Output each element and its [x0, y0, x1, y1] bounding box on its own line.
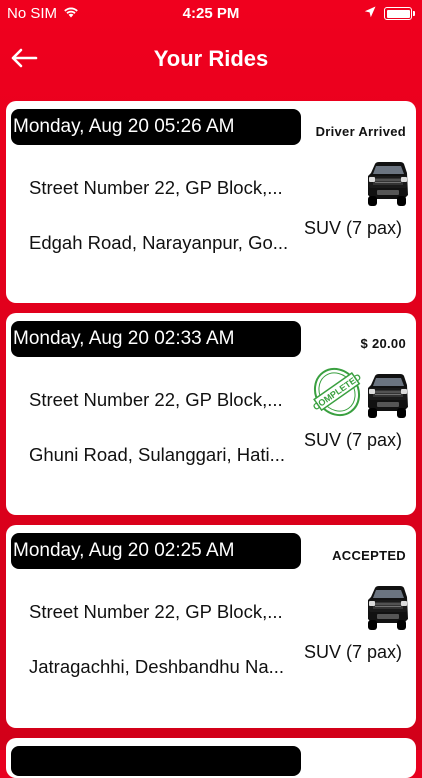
dropoff-address: Ghuni Road, Sulanggari, Hati... — [29, 444, 286, 465]
ride-date-partial — [11, 746, 301, 776]
status-bar: No SIM 4:25 PM — [0, 0, 422, 28]
dropoff-address: Edgah Road, Narayanpur, Go... — [29, 232, 289, 253]
dropoff-address: Jatragachhi, Deshbandhu Na... — [29, 656, 285, 677]
suv-car-icon — [364, 159, 410, 209]
ride-card-partial[interactable] — [6, 738, 416, 778]
ride-card[interactable]: Monday, Aug 20 02:33 AM $ 20.00 Street N… — [6, 313, 416, 515]
ride-card[interactable]: Monday, Aug 20 05:26 AM Driver Arrived S… — [6, 101, 416, 303]
pickup-address: Street Number 22, GP Block,... — [29, 177, 283, 198]
pickup-address: Street Number 22, GP Block,... — [29, 389, 283, 410]
vehicle-type: SUV (7 pax) — [303, 218, 402, 238]
suv-car-icon — [364, 371, 410, 421]
ride-status: Driver Arrived — [315, 124, 406, 139]
ride-fare: $ 20.00 — [360, 336, 406, 351]
vehicle-type: SUV (7 pax) — [303, 430, 402, 450]
status-time: 4:25 PM — [182, 5, 240, 22]
pickup-address: Street Number 22, GP Block,... — [29, 601, 283, 622]
suv-car-icon — [364, 583, 410, 633]
ride-date: Monday, Aug 20 02:33 AM — [11, 321, 301, 357]
status-right — [364, 5, 415, 22]
ride-date: Monday, Aug 20 05:26 AM — [11, 109, 301, 145]
ride-card[interactable]: Monday, Aug 20 02:25 AM ACCEPTED Street … — [6, 525, 416, 728]
page-title: Your Rides — [153, 46, 269, 71]
ride-date: Monday, Aug 20 02:25 AM — [11, 533, 301, 569]
completed-stamp: COMPLETED — [311, 365, 363, 419]
ride-status: ACCEPTED — [332, 548, 406, 563]
location-arrow-icon — [364, 5, 376, 22]
vehicle-type: SUV (7 pax) — [303, 642, 402, 662]
battery-icon — [384, 7, 415, 20]
nav-header: Your Rides — [0, 28, 422, 92]
